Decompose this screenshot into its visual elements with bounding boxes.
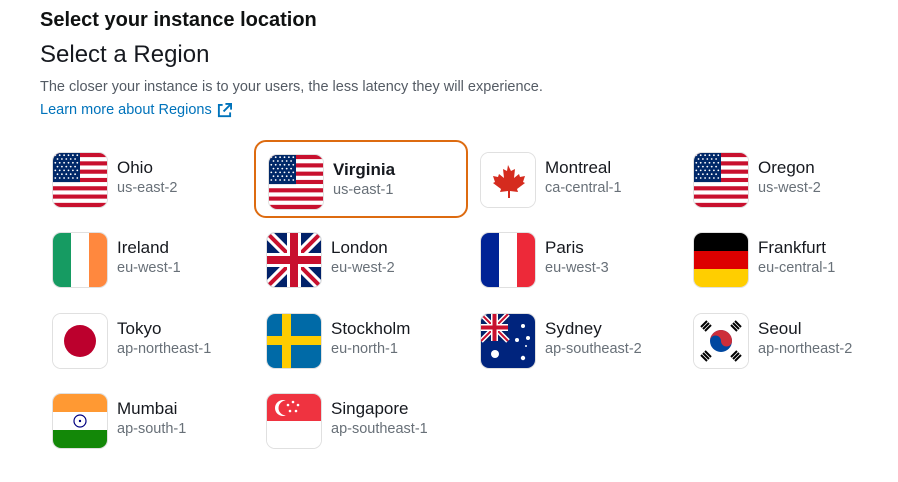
region-card-frankfurt[interactable]: Frankfurt eu-central-1: [681, 220, 895, 298]
region-name: Virginia: [333, 160, 396, 179]
external-link-icon: [217, 102, 232, 117]
uk-flag-icon: [267, 233, 321, 287]
region-name: Stockholm: [331, 319, 411, 338]
region-card-virginia[interactable]: Virginia us-east-1: [254, 140, 468, 218]
region-card-montreal[interactable]: Montreal ca-central-1: [468, 140, 682, 218]
region-name: Ireland: [117, 238, 169, 257]
canada-flag-icon: [481, 153, 535, 207]
region-name: Frankfurt: [758, 238, 827, 257]
region-code: eu-central-1: [758, 260, 836, 276]
learn-more-label: Learn more about Regions: [40, 102, 212, 118]
region-code: eu-west-3: [545, 260, 609, 276]
region-name: Oregon: [758, 158, 815, 177]
us-flag-icon: [694, 153, 748, 207]
region-name: Sydney: [545, 319, 602, 338]
region-name: London: [331, 238, 388, 257]
sweden-flag-icon: [267, 314, 321, 368]
page-title: Select your instance location: [40, 9, 317, 31]
region-name: Tokyo: [117, 319, 162, 338]
region-card-seoul[interactable]: Seoul ap-northeast-2: [681, 301, 895, 379]
region-code: eu-north-1: [331, 341, 398, 357]
region-card-paris[interactable]: Paris eu-west-3: [468, 220, 682, 298]
region-code: ap-southeast-2: [545, 341, 642, 357]
region-card-tokyo[interactable]: Tokyo ap-northeast-1: [40, 301, 254, 379]
korea-flag-icon: [694, 314, 748, 368]
region-card-stockholm[interactable]: Stockholm eu-north-1: [254, 301, 468, 379]
france-flag-icon: [481, 233, 535, 287]
region-code: ap-northeast-2: [758, 341, 853, 357]
region-name: Seoul: [758, 319, 802, 338]
region-name: Ohio: [117, 158, 153, 177]
us-flag-icon: [53, 153, 107, 207]
region-code: eu-west-2: [331, 260, 395, 276]
region-card-ohio[interactable]: Ohio us-east-2: [40, 140, 254, 218]
india-flag-icon: [53, 394, 107, 448]
region-code: eu-west-1: [117, 260, 181, 276]
region-card-mumbai[interactable]: Mumbai ap-south-1: [40, 381, 254, 459]
region-card-oregon[interactable]: Oregon us-west-2: [681, 140, 895, 218]
region-code: ap-south-1: [117, 421, 187, 437]
region-code: ca-central-1: [545, 180, 622, 196]
region-name: Singapore: [331, 399, 409, 418]
region-code: us-west-2: [758, 180, 821, 196]
us-flag-icon: [269, 155, 323, 209]
region-code: ap-southeast-1: [331, 421, 428, 437]
region-card-ireland[interactable]: Ireland eu-west-1: [40, 220, 254, 298]
germany-flag-icon: [694, 233, 748, 287]
region-name: Paris: [545, 238, 584, 257]
region-name: Mumbai: [117, 399, 178, 418]
section-subtitle: Select a Region: [40, 41, 210, 68]
region-card-london[interactable]: London eu-west-2: [254, 220, 468, 298]
region-code: us-east-1: [333, 182, 394, 198]
region-name: Montreal: [545, 158, 612, 177]
region-card-singapore[interactable]: Singapore ap-southeast-1: [254, 381, 468, 459]
japan-flag-icon: [53, 314, 107, 368]
region-code: us-east-2: [117, 180, 178, 196]
region-card-sydney[interactable]: Sydney ap-southeast-2: [468, 301, 682, 379]
australia-flag-icon: [481, 314, 535, 368]
ireland-flag-icon: [53, 233, 107, 287]
learn-more-link[interactable]: Learn more about Regions: [40, 102, 232, 118]
singapore-flag-icon: [267, 394, 321, 448]
region-code: ap-northeast-1: [117, 341, 212, 357]
description-text: The closer your instance is to your user…: [40, 79, 543, 95]
